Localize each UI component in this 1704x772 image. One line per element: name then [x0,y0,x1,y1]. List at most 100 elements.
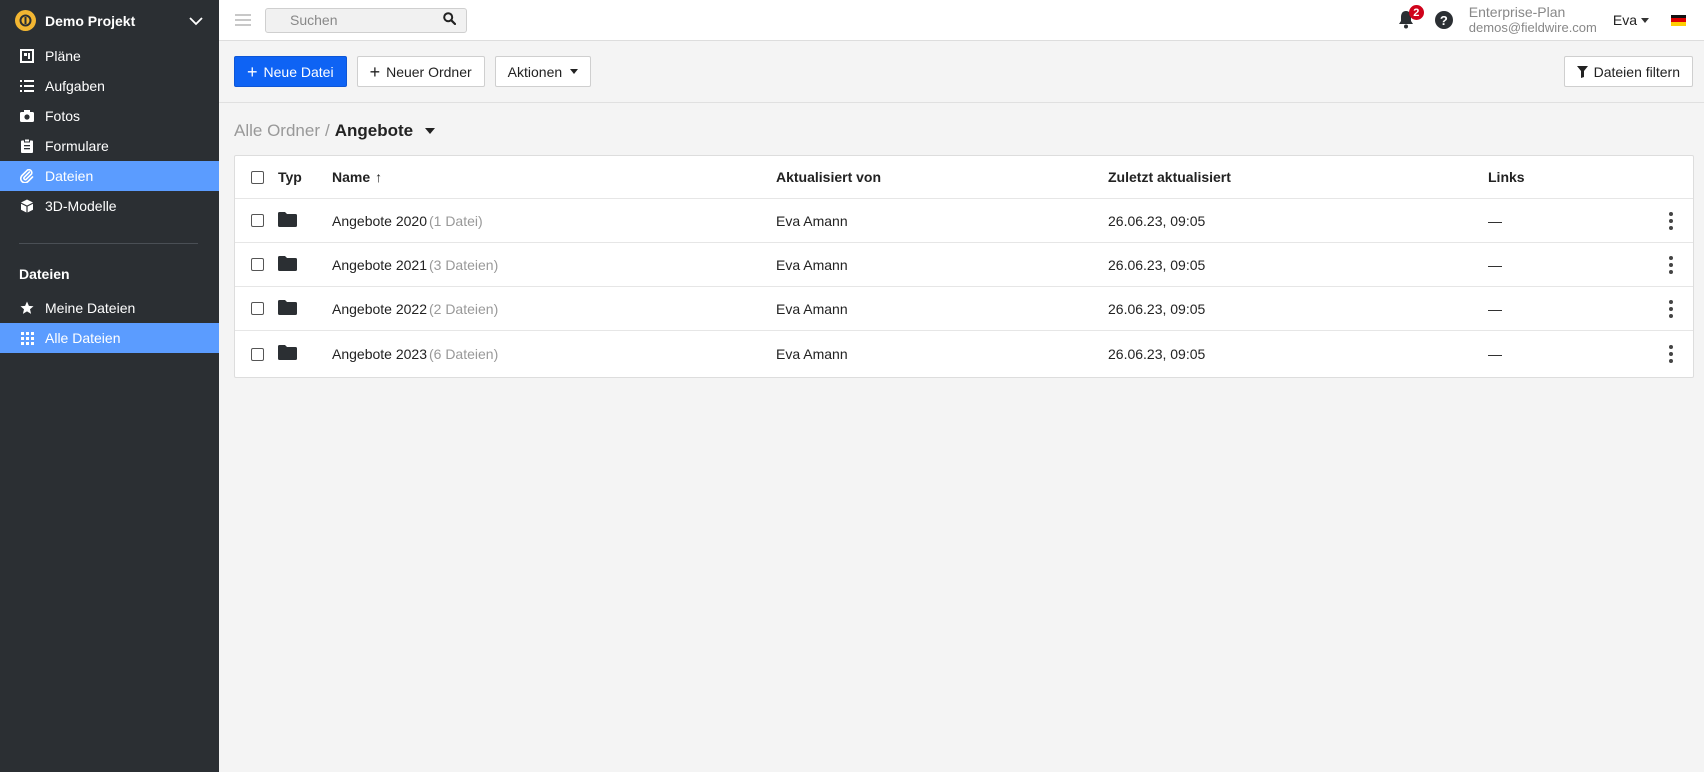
filter-files-button[interactable]: Dateien filtern [1563,56,1693,87]
caret-down-icon [570,69,579,74]
sidebar-item-3d-models[interactable]: 3D-Modelle [0,191,219,221]
row-checkbox[interactable] [251,347,264,361]
caret-down-icon [1641,17,1649,23]
caret-down-icon[interactable] [425,128,436,134]
last-updated: 26.06.23, 09:05 [1108,346,1206,362]
notification-badge: 2 [1408,5,1424,20]
row-checkbox[interactable] [251,258,264,271]
file-count: (2 Dateien) [428,300,499,317]
clipboard-icon [19,138,35,154]
sidebar-item-label: Dateien [45,168,94,184]
select-all-checkbox[interactable] [251,170,264,184]
project-selector[interactable]: Demo Projekt [0,0,219,41]
file-count: (3 Dateien) [428,256,499,273]
files-table: Typ Name ↑ Aktualisiert von Zuletzt aktua… [234,155,1694,378]
table-row[interactable]: Angebote 2022 (2 Dateien) Eva Amann 26.06… [235,287,1693,331]
folder-name-label: Angebote 2021 [332,256,427,273]
table-row[interactable]: Angebote 2020 (1 Datei) Eva Amann 26.06.2… [235,199,1693,243]
notifications-bell-icon[interactable]: 2 [1397,5,1424,30]
sidebar-divider [19,243,198,244]
folder-name[interactable]: Angebote 2022 (2 Dateien) [332,301,498,317]
sidebar-item-label: Formulare [45,138,109,154]
actions-dropdown[interactable]: Aktionen [494,56,592,87]
new-folder-button[interactable]: + Neuer Ordner [356,56,485,87]
account-email: demos@fieldwire.com [1468,20,1597,35]
folder-name-label: Angebote 2023 [332,346,427,362]
updated-by: Eva Amann [776,300,848,317]
updated-by: Eva Amann [776,212,848,229]
sidebar-item-files[interactable]: Dateien [0,161,219,191]
folder-name-label: Angebote 2020 [332,212,427,229]
last-updated: 26.06.23, 09:05 [1108,212,1206,229]
sidebar-item-photos[interactable]: Fotos [0,101,219,131]
star-icon [19,300,35,316]
more-options-icon[interactable] [1664,210,1678,231]
sidebar-item-label: Alle Dateien [45,330,121,346]
updated-by: Eva Amann [776,346,848,362]
sidebar-item-tasks[interactable]: Aufgaben [0,71,219,101]
table-row[interactable]: Angebote 2021 (3 Dateien) Eva Amann 26.06… [235,243,1693,287]
breadcrumb: Alle Ordner / Angebote [234,118,436,144]
breadcrumb-root[interactable]: Alle Ordner [234,121,320,141]
table-row[interactable]: Angebote 2023 (6 Dateien) Eva Amann 26.06… [235,331,1693,377]
germany-flag-icon[interactable] [1671,14,1686,26]
hamburger-menu-icon[interactable] [235,11,251,29]
column-header-name-label: Name [332,169,371,185]
paperclip-icon [19,168,35,184]
account-plan-info: Enterprise-Plan demos@fieldwire.com [1468,4,1597,36]
new-file-button[interactable]: + Neue Datei [234,56,347,87]
help-icon[interactable]: ? [1434,11,1453,29]
folder-icon [278,211,297,230]
grid-icon [19,330,35,346]
sidebar-item-label: Pläne [45,48,81,64]
more-options-icon[interactable] [1664,344,1678,365]
column-header-name[interactable]: Name ↑ [332,169,382,185]
file-toolbar: + Neue Datei + Neuer Ordner Aktionen Dat… [219,41,1704,103]
search-input[interactable]: Suchen [265,7,467,33]
user-menu[interactable]: Eva [1613,12,1649,28]
plan-name: Enterprise-Plan [1468,4,1566,20]
sidebar-item-label: 3D-Modelle [45,198,117,214]
plus-icon: + [369,61,381,82]
sidebar-section-title: Dateien [19,266,70,282]
plus-icon: + [247,61,258,82]
breadcrumb-separator: / [324,121,330,140]
cube-icon [19,198,35,214]
folder-name-label: Angebote 2022 [332,300,427,317]
chevron-down-icon[interactable] [187,12,205,30]
plans-icon [19,48,35,64]
folder-name[interactable]: Angebote 2023 (6 Dateien) [332,346,498,362]
filter-label: Dateien filtern [1593,63,1680,80]
sidebar-item-plans[interactable]: Pläne [0,41,219,71]
sidebar-item-forms[interactable]: Formulare [0,131,219,161]
sort-ascending-icon: ↑ [375,169,383,185]
more-options-icon[interactable] [1664,254,1678,275]
links-value: — [1488,346,1502,362]
filter-icon [1576,65,1588,78]
file-count: (6 Dateien) [428,346,499,362]
camera-icon [19,108,35,124]
top-bar: Suchen 2 ? Enterprise-Plan demos@fieldwi… [219,0,1704,41]
column-header-links[interactable]: Links [1488,169,1525,185]
column-header-type[interactable]: Typ [278,169,302,185]
more-options-icon[interactable] [1664,298,1678,319]
sidebar-item-all-files[interactable]: Alle Dateien [0,323,219,353]
sidebar-item-label: Aufgaben [45,78,105,94]
new-file-label: Neue Datei [263,63,334,80]
column-header-last-updated[interactable]: Zuletzt aktualisiert [1108,169,1231,185]
links-value: — [1488,256,1502,273]
folder-name[interactable]: Angebote 2020 (1 Datei) [332,213,483,229]
search-icon[interactable] [443,12,457,28]
folder-icon [278,299,297,318]
folder-name[interactable]: Angebote 2021 (3 Dateien) [332,257,498,273]
folder-icon [278,345,297,363]
row-checkbox[interactable] [251,214,264,227]
new-folder-label: Neuer Ordner [386,63,472,80]
sidebar-item-label: Fotos [45,108,81,124]
column-header-updated-by[interactable]: Aktualisiert von [776,169,881,185]
sidebar-item-label: Meine Dateien [45,300,136,316]
sidebar-item-my-files[interactable]: Meine Dateien [0,293,219,323]
links-value: — [1488,212,1502,229]
row-checkbox[interactable] [251,302,264,315]
table-header: Typ Name ↑ Aktualisiert von Zuletzt aktua… [235,156,1693,199]
